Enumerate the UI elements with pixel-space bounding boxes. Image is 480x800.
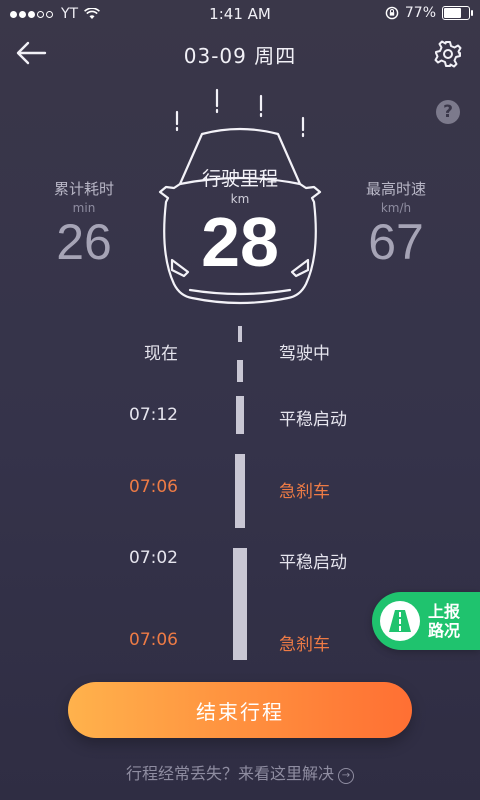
arrow-right-circle-icon: → xyxy=(338,768,354,784)
duration-label: 累计耗时 xyxy=(53,180,114,198)
timeline-time: 现在 xyxy=(144,344,178,364)
lost-trip-help-link[interactable]: 行程经常丢失？来看这里解决 → xyxy=(0,760,480,784)
question-icon: ? xyxy=(443,102,453,122)
road-icon xyxy=(380,601,420,641)
timeline-item: 现在 驾驶中 xyxy=(0,339,480,364)
settings-button[interactable] xyxy=(434,40,462,68)
status-right: 77% xyxy=(385,5,473,21)
page-title: 03-09 周四 xyxy=(183,44,297,68)
max-speed-unit: km/h xyxy=(380,201,412,215)
mileage-label: 行驶里程 xyxy=(201,168,278,190)
gear-icon xyxy=(434,40,462,68)
help-button[interactable]: ? xyxy=(436,100,460,124)
report-traffic-button[interactable]: 上报 路况 xyxy=(372,592,480,650)
lost-trip-text: 行程经常丢失？来看这里解决 xyxy=(125,764,334,783)
mileage-value: 28 xyxy=(201,203,279,281)
max-speed-stat: 最高时速 km/h 67 xyxy=(336,178,456,269)
max-speed-value: 67 xyxy=(368,214,424,270)
battery-icon xyxy=(442,6,473,20)
rotation-lock-icon xyxy=(385,6,399,20)
timeline-event: 急刹车 xyxy=(279,635,330,655)
timeline-event: 平稳启动 xyxy=(279,410,347,430)
timeline-time: 07:06 xyxy=(129,477,178,497)
max-speed-label: 最高时速 xyxy=(365,180,426,198)
timeline-time: 07:02 xyxy=(129,548,178,568)
timeline-event: 驾驶中 xyxy=(279,344,330,364)
report-traffic-label: 上报 路况 xyxy=(428,602,461,640)
status-bar: YT 1:41 AM 77% xyxy=(0,0,480,28)
battery-percent: 77% xyxy=(404,5,436,21)
end-trip-button[interactable]: 结束行程 xyxy=(68,682,412,738)
timeline-time: 07:06 xyxy=(129,630,178,650)
car-mileage-display: 行驶里程 km 28 xyxy=(150,84,330,314)
duration-value: 26 xyxy=(56,214,112,270)
timeline-time: 07:12 xyxy=(129,405,178,425)
timeline-event: 平稳启动 xyxy=(279,553,347,573)
timeline-item: 07:06 急刹车 xyxy=(0,477,480,502)
duration-stat: 累计耗时 min 26 xyxy=(24,178,144,269)
timeline-item: 07:02 平稳启动 xyxy=(0,548,480,573)
timeline-event: 急刹车 xyxy=(279,482,330,502)
timeline-item: 07:12 平稳启动 xyxy=(0,405,480,430)
duration-unit: min xyxy=(72,201,96,215)
